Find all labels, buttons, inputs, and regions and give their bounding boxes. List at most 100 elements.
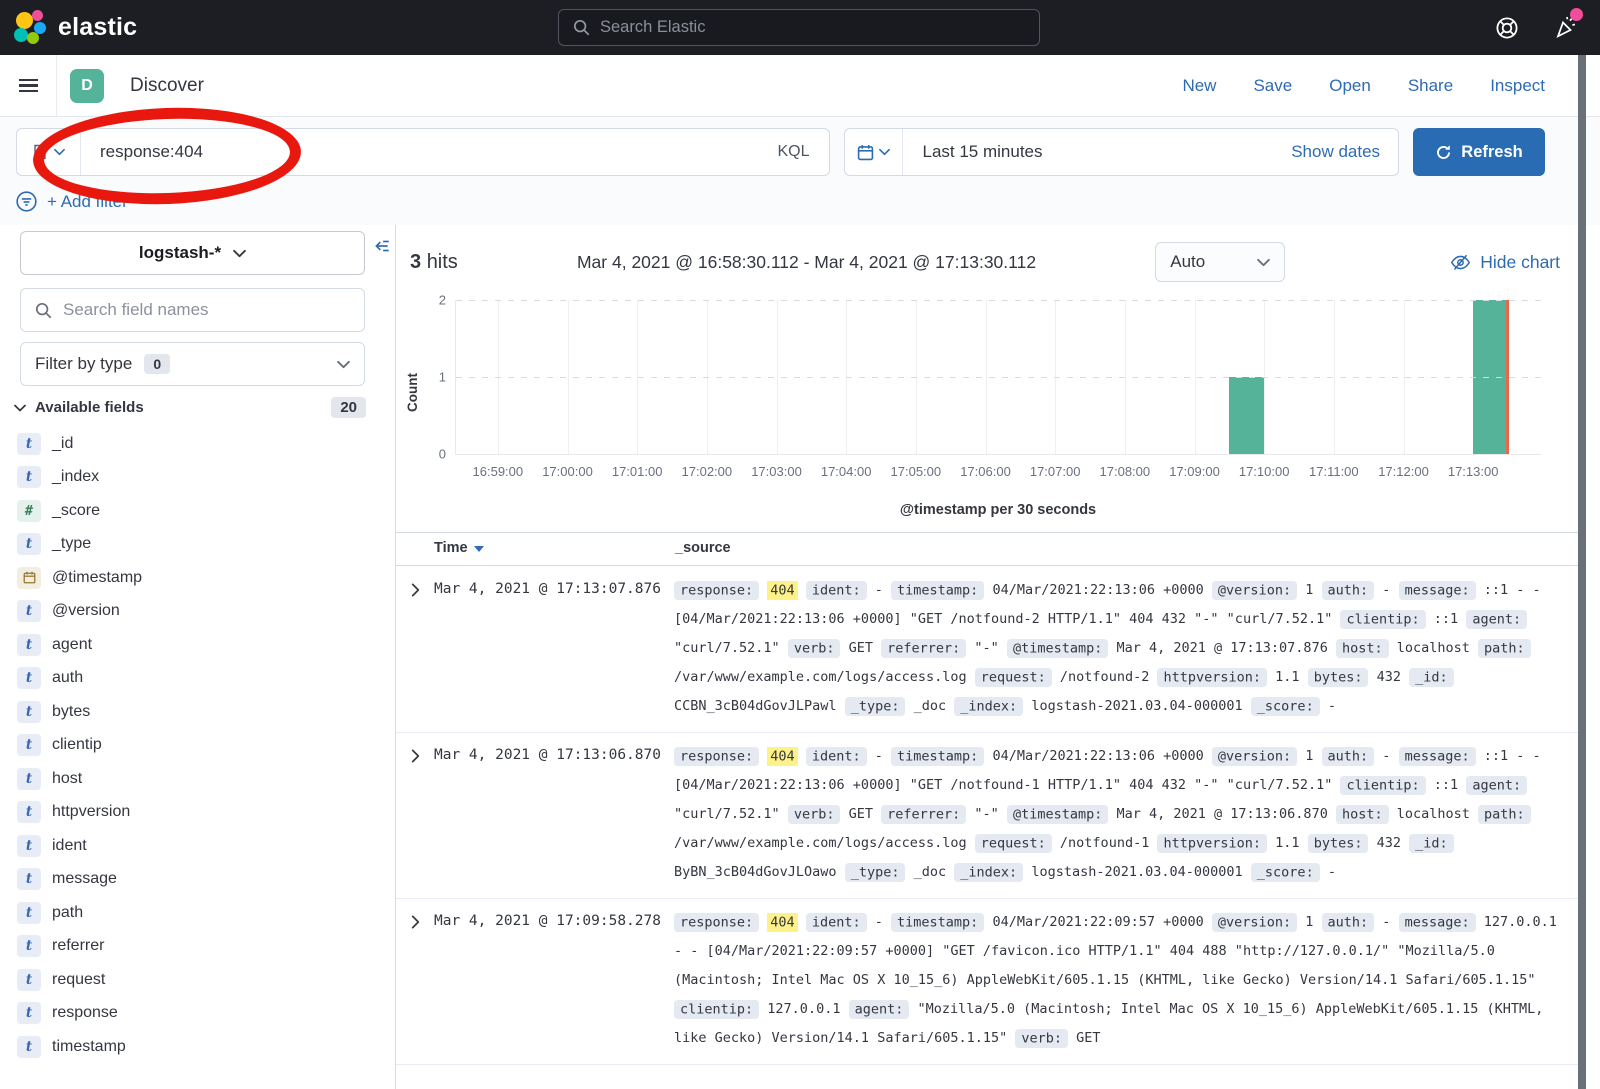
refresh-button[interactable]: Refresh <box>1413 128 1545 176</box>
field-name: bytes <box>52 703 90 721</box>
source-value: /var/www/example.com/logs/access.log <box>674 835 967 851</box>
field-item[interactable]: tauth <box>0 662 396 696</box>
x-tick-label: 17:00:00 <box>542 464 593 479</box>
filter-by-type-select[interactable]: Filter by type 0 <box>20 342 365 386</box>
source-field-badge: message: <box>1399 913 1476 932</box>
source-value: - <box>1382 748 1390 764</box>
expand-row-icon[interactable] <box>396 742 434 763</box>
index-pattern-select[interactable]: logstash-* <box>20 231 365 275</box>
field-item[interactable]: tpath <box>0 896 396 930</box>
collapse-sidebar-icon[interactable] <box>373 237 391 258</box>
interval-select[interactable]: Auto <box>1155 242 1285 282</box>
source-value: 1 <box>1305 914 1313 930</box>
field-item[interactable]: t@version <box>0 595 396 629</box>
available-fields-count-badge: 20 <box>331 397 366 418</box>
hits-label: hits <box>427 251 458 273</box>
hide-chart-button[interactable]: Hide chart <box>1450 252 1560 273</box>
source-value: Mar 4, 2021 @ 17:13:06.870 <box>1117 806 1328 822</box>
histogram-bar[interactable] <box>1229 377 1264 454</box>
y-gridline <box>456 377 1541 378</box>
row-time: Mar 4, 2021 @ 17:13:06.870 <box>434 742 674 763</box>
sort-desc-icon <box>474 546 484 552</box>
field-item[interactable]: tbytes <box>0 695 396 729</box>
newsfeed-icon[interactable] <box>1553 15 1578 40</box>
field-type-number-icon: # <box>17 500 41 522</box>
field-list: t_idt_index#_scoret_type@timestampt@vers… <box>0 427 396 1089</box>
source-field-badge: verb: <box>1015 1029 1068 1048</box>
source-value: /notfound-1 <box>1060 835 1149 851</box>
histogram-chart[interactable]: 16:59:0017:00:0017:01:0017:02:0017:03:00… <box>455 300 1541 455</box>
menu-icon[interactable] <box>0 55 57 117</box>
row-time: Mar 4, 2021 @ 17:13:07.876 <box>434 576 674 597</box>
field-type-string-icon: t <box>17 701 41 723</box>
field-type-string-icon: t <box>17 902 41 924</box>
source-field-badge: httpversion: <box>1157 668 1267 687</box>
field-item[interactable]: trequest <box>0 963 396 997</box>
source-field-badge: _id: <box>1409 834 1454 853</box>
help-icon[interactable] <box>1495 16 1519 40</box>
open-button[interactable]: Open <box>1329 76 1371 96</box>
share-button[interactable]: Share <box>1408 76 1453 96</box>
inspect-button[interactable]: Inspect <box>1490 76 1545 96</box>
new-button[interactable]: New <box>1182 76 1216 96</box>
field-item[interactable]: tmessage <box>0 863 396 897</box>
source-value: localhost <box>1397 640 1470 656</box>
saved-query-menu-button[interactable] <box>17 129 81 175</box>
source-value: 04/Mar/2021:22:13:06 +0000 <box>992 748 1203 764</box>
filter-count-badge: 0 <box>144 354 170 374</box>
interval-value: Auto <box>1170 252 1205 272</box>
field-type-string-icon: t <box>17 433 41 455</box>
field-item[interactable]: tresponse <box>0 997 396 1031</box>
source-field-badge: @version: <box>1212 913 1297 932</box>
source-field-badge: verb: <box>788 805 841 824</box>
elastic-home-link[interactable]: elastic <box>14 10 137 46</box>
field-item[interactable]: tident <box>0 829 396 863</box>
field-type-string-icon: t <box>17 935 41 957</box>
source-value: 04/Mar/2021:22:13:06 +0000 <box>992 582 1203 598</box>
field-item[interactable]: thttpversion <box>0 796 396 830</box>
doc-table-header: Time _source <box>396 532 1578 566</box>
save-button[interactable]: Save <box>1253 76 1292 96</box>
expand-row-icon[interactable] <box>396 576 434 597</box>
source-value: _doc <box>914 698 947 714</box>
global-search-input[interactable]: Search Elastic <box>558 9 1040 46</box>
field-item[interactable]: tagent <box>0 628 396 662</box>
show-dates-button[interactable]: Show dates <box>1291 142 1398 162</box>
field-item[interactable]: #_score <box>0 494 396 528</box>
time-column-header[interactable]: Time <box>434 540 484 556</box>
query-input[interactable]: response:404 <box>81 142 759 162</box>
source-field-badge: request: <box>975 668 1052 687</box>
add-filter-button[interactable]: + Add filter <box>16 191 128 212</box>
row-time: Mar 4, 2021 @ 17:09:58.278 <box>434 908 674 929</box>
page-scrollbar[interactable] <box>1578 55 1586 1089</box>
field-item[interactable]: treferrer <box>0 930 396 964</box>
discover-app-badge[interactable]: D <box>70 69 104 103</box>
field-name: ident <box>52 837 87 855</box>
field-item[interactable]: t_index <box>0 461 396 495</box>
source-field-badge: auth: <box>1322 747 1375 766</box>
source-field-badge: agent: <box>849 1000 910 1019</box>
discover-page: elastic Search Elastic D Discover New Sa… <box>0 0 1600 1089</box>
field-item[interactable]: tclientip <box>0 729 396 763</box>
expand-row-icon[interactable] <box>396 908 434 929</box>
field-item[interactable]: @timestamp <box>0 561 396 595</box>
field-item[interactable]: t_type <box>0 528 396 562</box>
field-item[interactable]: ttimestamp <box>0 1030 396 1064</box>
field-item[interactable]: t_id <box>0 427 396 461</box>
source-value: logstash-2021.03.04-000001 <box>1031 698 1242 714</box>
chevron-down-icon <box>233 249 246 258</box>
source-field-badge: _index: <box>954 863 1023 882</box>
quick-select-menu-button[interactable] <box>845 129 903 175</box>
source-value: "-" <box>974 806 998 822</box>
source-value: GET <box>1076 1030 1100 1046</box>
x-axis-title: @timestamp per 30 seconds <box>455 502 1541 518</box>
time-range-value[interactable]: Last 15 minutes <box>903 142 1292 162</box>
search-field-names-input[interactable]: Search field names <box>20 288 365 332</box>
query-language-button[interactable]: KQL <box>759 143 829 161</box>
x-tick-label: 16:59:00 <box>473 464 524 479</box>
field-name: httpversion <box>52 803 130 821</box>
source-value: "curl/7.52.1" <box>674 640 780 656</box>
field-item[interactable]: thost <box>0 762 396 796</box>
row-source: response: 404 ident: - timestamp: 04/Mar… <box>674 742 1578 887</box>
available-fields-toggle[interactable]: Available fields 20 <box>14 397 366 418</box>
